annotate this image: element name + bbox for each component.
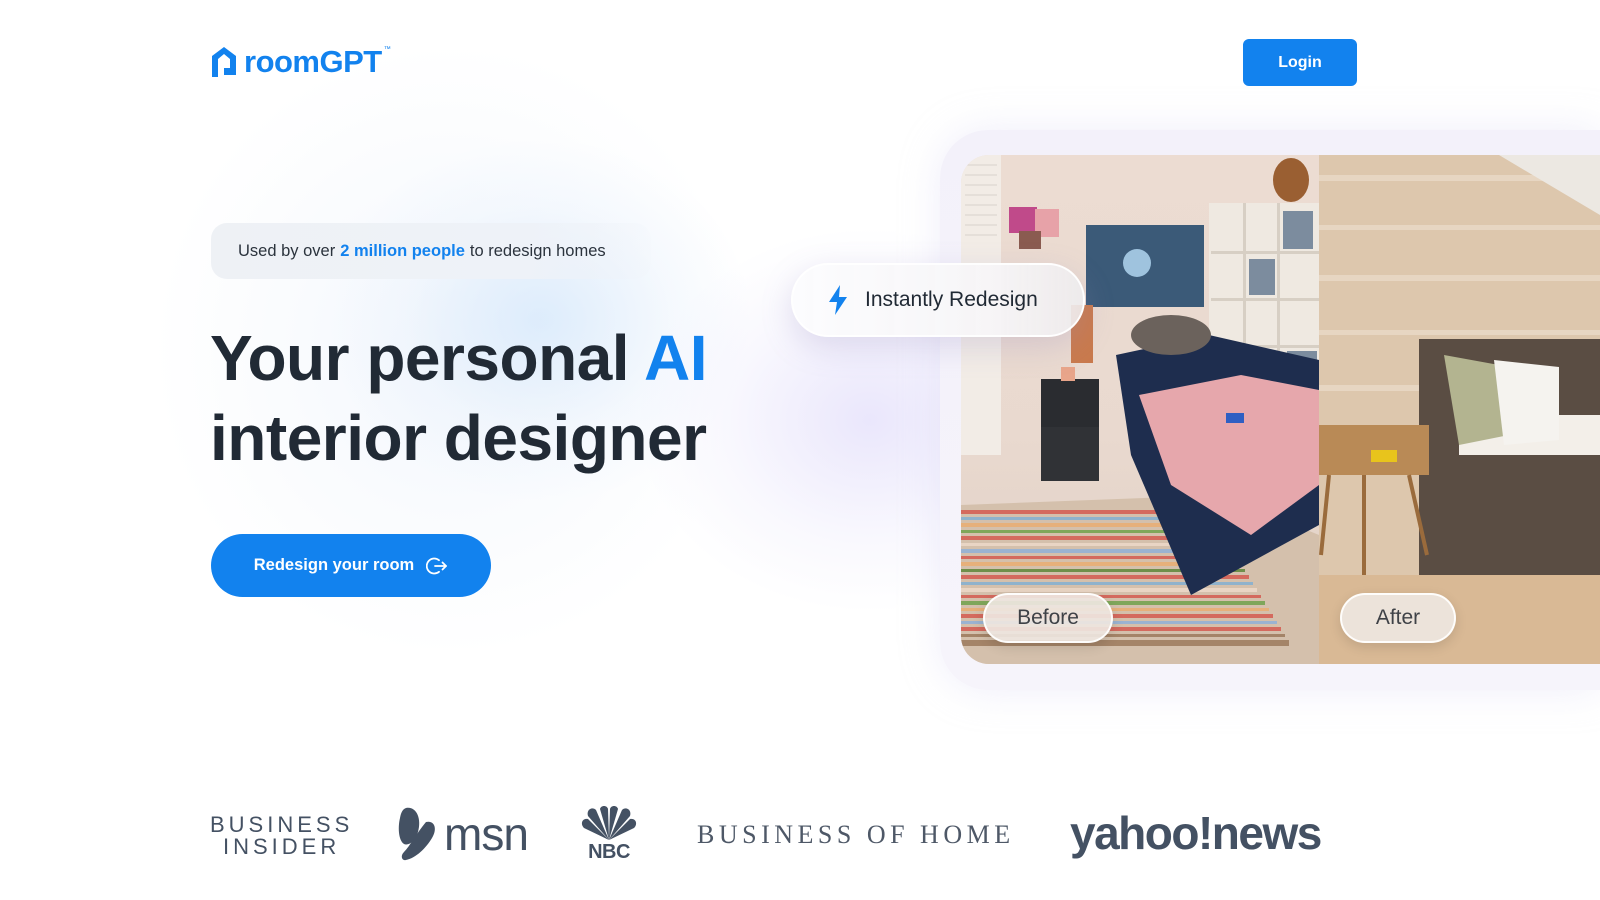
before-room-illustration: [961, 155, 1319, 664]
trademark: ™: [383, 46, 391, 53]
badge-prefix: Used by over: [238, 241, 336, 260]
msn-logo: msn: [396, 806, 529, 862]
before-image: [961, 155, 1319, 664]
butterfly-icon: [398, 807, 435, 861]
badge-highlight: 2 million people: [340, 241, 465, 260]
business-insider-logo: BUSINESS INSIDER: [210, 814, 353, 858]
after-room-illustration: [1319, 155, 1600, 664]
after-label: After: [1340, 593, 1456, 643]
msn-text: msn: [444, 808, 529, 860]
press-logos: BUSINESS INSIDER msn NBC BUSINESS OF HOM…: [210, 800, 1357, 870]
house-logo-icon: [212, 47, 236, 77]
bi-line2: INSIDER: [223, 834, 341, 859]
brand-name: roomGPT: [244, 43, 382, 79]
lightning-bolt-icon: [829, 285, 847, 315]
redesign-room-button[interactable]: Redesign your room: [211, 534, 491, 597]
headline-line1: Your personal AI: [210, 322, 707, 394]
nbc-logo: NBC: [580, 806, 638, 862]
headline-accent: AI: [643, 322, 708, 394]
instant-redesign-chip: Instantly Redesign: [791, 263, 1085, 337]
peacock-icon: [581, 806, 637, 840]
arrow-exit-icon: [426, 557, 448, 574]
badge-suffix: to redesign homes: [469, 241, 606, 260]
brand-logo[interactable]: roomGPT ™: [210, 44, 391, 78]
cta-label: Redesign your room: [253, 556, 415, 574]
usage-badge: Used by over 2 million people to redesig…: [211, 223, 651, 279]
business-of-home-logo: BUSINESS OF HOME: [697, 820, 1015, 849]
after-image: [1319, 155, 1600, 664]
headline-prefix: Your personal: [210, 322, 630, 394]
yahoo-news-logo: yahoo!news: [1070, 807, 1322, 859]
before-label: Before: [983, 593, 1113, 643]
headline-line2: interior designer: [210, 402, 707, 474]
before-after-showcase: [961, 155, 1600, 664]
instant-label: Instantly Redesign: [865, 288, 1038, 311]
bi-line1: BUSINESS: [210, 812, 354, 837]
login-button[interactable]: Login: [1243, 39, 1357, 86]
nbc-text: NBC: [588, 841, 630, 863]
page-title: Your personal AI interior designer: [210, 318, 707, 478]
